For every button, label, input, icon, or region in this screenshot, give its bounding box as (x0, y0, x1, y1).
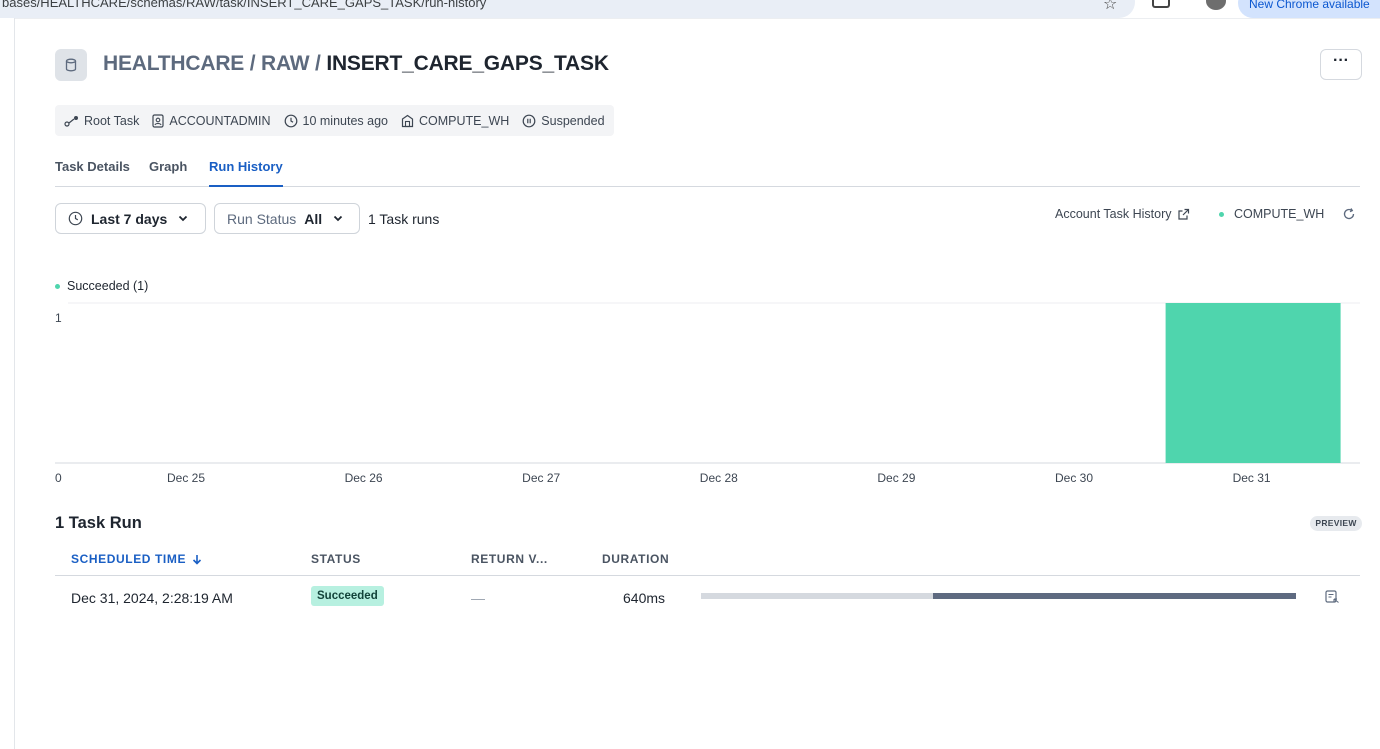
tab-bar: Task Details Graph Run History (55, 158, 1360, 187)
root-task-icon (64, 115, 78, 127)
x-tick-label: Dec 28 (700, 471, 738, 485)
status-dot (1219, 211, 1224, 217)
scheduled-time-cell: Dec 31, 2024, 2:28:19 AM (71, 590, 233, 606)
task-meta-strip: Root Task ACCOUNTADMIN 10 minutes ago CO… (55, 105, 614, 136)
sort-down-arrow-icon (193, 554, 202, 565)
page-title: HEALTHCARE / RAW / INSERT_CARE_GAPS_TASK (103, 52, 609, 76)
account-task-history-label: Account Task History (1055, 207, 1172, 221)
extensions-icon[interactable] (1152, 0, 1170, 8)
address-bar[interactable]: bases/HEALTHCARE/schemas/RAW/task/INSERT… (0, 0, 1135, 18)
y-tick-label: 0 (55, 471, 62, 485)
breadcrumb-schema[interactable]: RAW (261, 52, 310, 75)
chrome-update-label: New Chrome available (1249, 0, 1370, 11)
preview-badge: PREVIEW (1310, 516, 1362, 531)
x-tick-label: Dec 31 (1233, 471, 1271, 485)
legend-swatch (55, 283, 60, 289)
duration-cell: 640ms (623, 590, 666, 606)
divider (15, 18, 1380, 19)
task-object-icon (55, 49, 87, 81)
meta-warehouse: COMPUTE_WH (401, 114, 509, 128)
task-name: INSERT_CARE_GAPS_TASK (326, 52, 609, 75)
table-row[interactable]: Dec 31, 2024, 2:28:19 AM Succeeded — 640… (55, 577, 1360, 617)
meta-owner: ACCOUNTADMIN (152, 113, 271, 128)
breadcrumb-database[interactable]: HEALTHCARE (103, 52, 244, 75)
status-badge: Succeeded (311, 586, 384, 606)
chart-legend: Succeeded (1) (55, 279, 148, 293)
meta-owner-label: ACCOUNTADMIN (169, 113, 271, 128)
meta-state: Suspended (522, 113, 605, 128)
external-link-icon (1178, 208, 1190, 220)
column-scheduled-time[interactable]: SCHEDULED TIME (71, 552, 202, 566)
more-actions-button[interactable]: ··· (1320, 49, 1362, 80)
owner-badge-icon (152, 113, 164, 128)
column-status[interactable]: STATUS (311, 552, 361, 566)
table-header: SCHEDULED TIME STATUS RETURN V... DURATI… (55, 550, 1360, 576)
run-timeline-bar (701, 593, 1296, 599)
x-tick-label: Dec 25 (167, 471, 205, 485)
run-history-chart: 0 1 Dec 25 Dec 26 Dec 27 Dec 28 Dec 29 Dec 30 De… (55, 302, 1360, 485)
tab-task-details[interactable]: Task Details (55, 159, 130, 185)
task-runs-count: 1 Task runs (368, 211, 440, 227)
run-status-label: Run Status (227, 210, 297, 227)
tab-graph[interactable]: Graph (149, 159, 187, 185)
x-tick-label: Dec 27 (522, 471, 560, 485)
refresh-icon[interactable] (1342, 207, 1356, 221)
chart-bar[interactable] (1165, 303, 1341, 463)
x-tick-label: Dec 26 (345, 471, 383, 485)
meta-updated-label: 10 minutes ago (302, 113, 388, 128)
run-timeline-fill (933, 593, 1296, 599)
bookmark-star-icon[interactable]: ☆ (1103, 0, 1117, 14)
column-return-value[interactable]: RETURN V... (471, 552, 548, 566)
view-query-profile-icon[interactable] (1325, 590, 1340, 604)
y-tick-label: 1 (55, 311, 62, 325)
run-status-value: All (304, 210, 323, 227)
run-status-dropdown[interactable]: Run Status All (214, 203, 360, 234)
return-value-cell: — (471, 590, 485, 606)
chevron-down-icon (334, 215, 343, 222)
x-tick-label: Dec 29 (877, 471, 915, 485)
chrome-update-button[interactable]: New Chrome available (1238, 0, 1380, 18)
tab-run-history[interactable]: Run History (209, 159, 283, 187)
date-range-dropdown[interactable]: Last 7 days (55, 203, 206, 234)
runs-table-heading: 1 Task Run (55, 514, 142, 532)
chevron-down-icon (179, 215, 188, 222)
meta-task-type: Root Task (64, 114, 139, 128)
browser-toolbar: bases/HEALTHCARE/schemas/RAW/task/INSERT… (0, 0, 1380, 18)
breadcrumb-separator: / (244, 52, 262, 75)
warehouse-indicator-label: COMPUTE_WH (1234, 207, 1325, 221)
meta-task-type-label: Root Task (84, 113, 140, 128)
clock-icon (284, 114, 297, 127)
breadcrumb-separator: / (309, 52, 327, 75)
warehouse-indicator: COMPUTE_WH (1219, 207, 1324, 221)
meta-warehouse-label: COMPUTE_WH (419, 113, 510, 128)
column-scheduled-time-label: SCHEDULED TIME (71, 552, 187, 566)
url-text: bases/HEALTHCARE/schemas/RAW/task/INSERT… (2, 0, 487, 10)
clock-icon (68, 211, 83, 226)
pause-circle-icon (522, 114, 536, 127)
meta-state-label: Suspended (541, 113, 605, 128)
column-duration[interactable]: DURATION (602, 552, 669, 566)
date-range-label: Last 7 days (91, 210, 168, 227)
legend-label[interactable]: Succeeded (1) (67, 279, 148, 293)
warehouse-icon (401, 114, 414, 127)
meta-updated: 10 minutes ago (284, 114, 388, 128)
profile-avatar[interactable] (1206, 0, 1226, 10)
x-tick-label: Dec 30 (1055, 471, 1093, 485)
account-task-history-link[interactable]: Account Task History (1055, 207, 1190, 221)
